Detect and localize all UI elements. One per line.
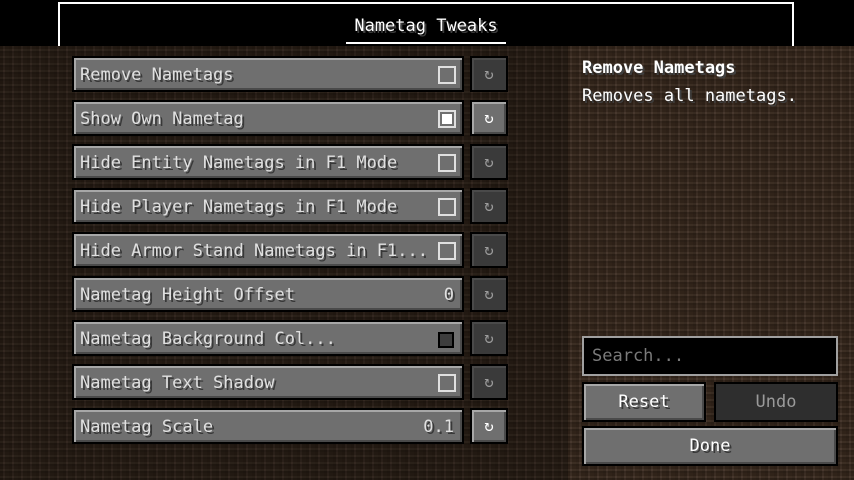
option-label: Nametag Background Col... bbox=[80, 329, 336, 349]
option-label: Hide Player Nametags in F1 Mode bbox=[80, 197, 398, 217]
option-button[interactable]: Nametag Text Shadow bbox=[72, 364, 464, 400]
reset-option-icon[interactable]: ↻ bbox=[470, 364, 508, 400]
option-label: Nametag Text Shadow bbox=[80, 373, 275, 393]
screen-title: Nametag Tweaks bbox=[354, 16, 498, 36]
reset-option-icon[interactable]: ↻ bbox=[470, 408, 508, 444]
option-row: Nametag Height Offset 0 ↻ bbox=[72, 276, 508, 312]
option-label: Nametag Scale bbox=[80, 417, 214, 437]
option-row: Hide Entity Nametags in F1 Mode ↻ bbox=[72, 144, 508, 180]
option-checkbox[interactable] bbox=[438, 198, 456, 216]
option-row: Nametag Text Shadow ↻ bbox=[72, 364, 508, 400]
option-row: Nametag Background Col... ↻ bbox=[72, 320, 508, 356]
reset-option-icon[interactable]: ↻ bbox=[470, 56, 508, 92]
title-underline bbox=[346, 42, 506, 44]
color-swatch[interactable] bbox=[438, 332, 454, 348]
reset-option-icon[interactable]: ↻ bbox=[470, 188, 508, 224]
option-checkbox[interactable] bbox=[438, 374, 456, 392]
option-button[interactable]: Remove Nametags bbox=[72, 56, 464, 92]
reset-option-icon[interactable]: ↻ bbox=[470, 144, 508, 180]
undo-button[interactable]: Undo bbox=[714, 382, 838, 422]
option-button[interactable]: Hide Armor Stand Nametags in F1... bbox=[72, 232, 464, 268]
option-row: Remove Nametags ↻ bbox=[72, 56, 508, 92]
option-button[interactable]: Nametag Scale 0.1 bbox=[72, 408, 464, 444]
option-checkbox[interactable] bbox=[438, 242, 456, 260]
option-label: Show Own Nametag bbox=[80, 109, 244, 129]
option-checkbox[interactable] bbox=[438, 110, 456, 128]
option-label: Remove Nametags bbox=[80, 65, 234, 85]
option-button[interactable]: Nametag Height Offset 0 bbox=[72, 276, 464, 312]
option-button[interactable]: Hide Entity Nametags in F1 Mode bbox=[72, 144, 464, 180]
option-row: Nametag Scale 0.1 ↻ bbox=[72, 408, 508, 444]
reset-option-icon[interactable]: ↻ bbox=[470, 232, 508, 268]
option-row: Hide Armor Stand Nametags in F1... ↻ bbox=[72, 232, 508, 268]
title-tab: Nametag Tweaks bbox=[58, 2, 794, 46]
done-button[interactable]: Done bbox=[582, 426, 838, 466]
option-label: Nametag Height Offset bbox=[80, 285, 295, 305]
option-row: Hide Player Nametags in F1 Mode ↻ bbox=[72, 188, 508, 224]
option-checkbox[interactable] bbox=[438, 66, 456, 84]
option-label: Hide Entity Nametags in F1 Mode bbox=[80, 153, 398, 173]
reset-all-button[interactable]: Reset bbox=[582, 382, 706, 422]
option-button[interactable]: Nametag Background Col... bbox=[72, 320, 464, 356]
reset-option-icon[interactable]: ↻ bbox=[470, 276, 508, 312]
option-checkbox[interactable] bbox=[438, 154, 456, 172]
option-button[interactable]: Show Own Nametag bbox=[72, 100, 464, 136]
reset-option-icon[interactable]: ↻ bbox=[470, 100, 508, 136]
search-input[interactable] bbox=[582, 336, 838, 376]
option-value: 0.1 bbox=[423, 417, 454, 437]
option-value: 0 bbox=[443, 285, 454, 305]
reset-option-icon[interactable]: ↻ bbox=[470, 320, 508, 356]
option-row: Show Own Nametag ↻ bbox=[72, 100, 508, 136]
description-title: Remove Nametags bbox=[582, 58, 736, 78]
option-button[interactable]: Hide Player Nametags in F1 Mode bbox=[72, 188, 464, 224]
option-label: Hide Armor Stand Nametags in F1... bbox=[80, 241, 428, 261]
description-text: Removes all nametags. bbox=[582, 86, 797, 106]
